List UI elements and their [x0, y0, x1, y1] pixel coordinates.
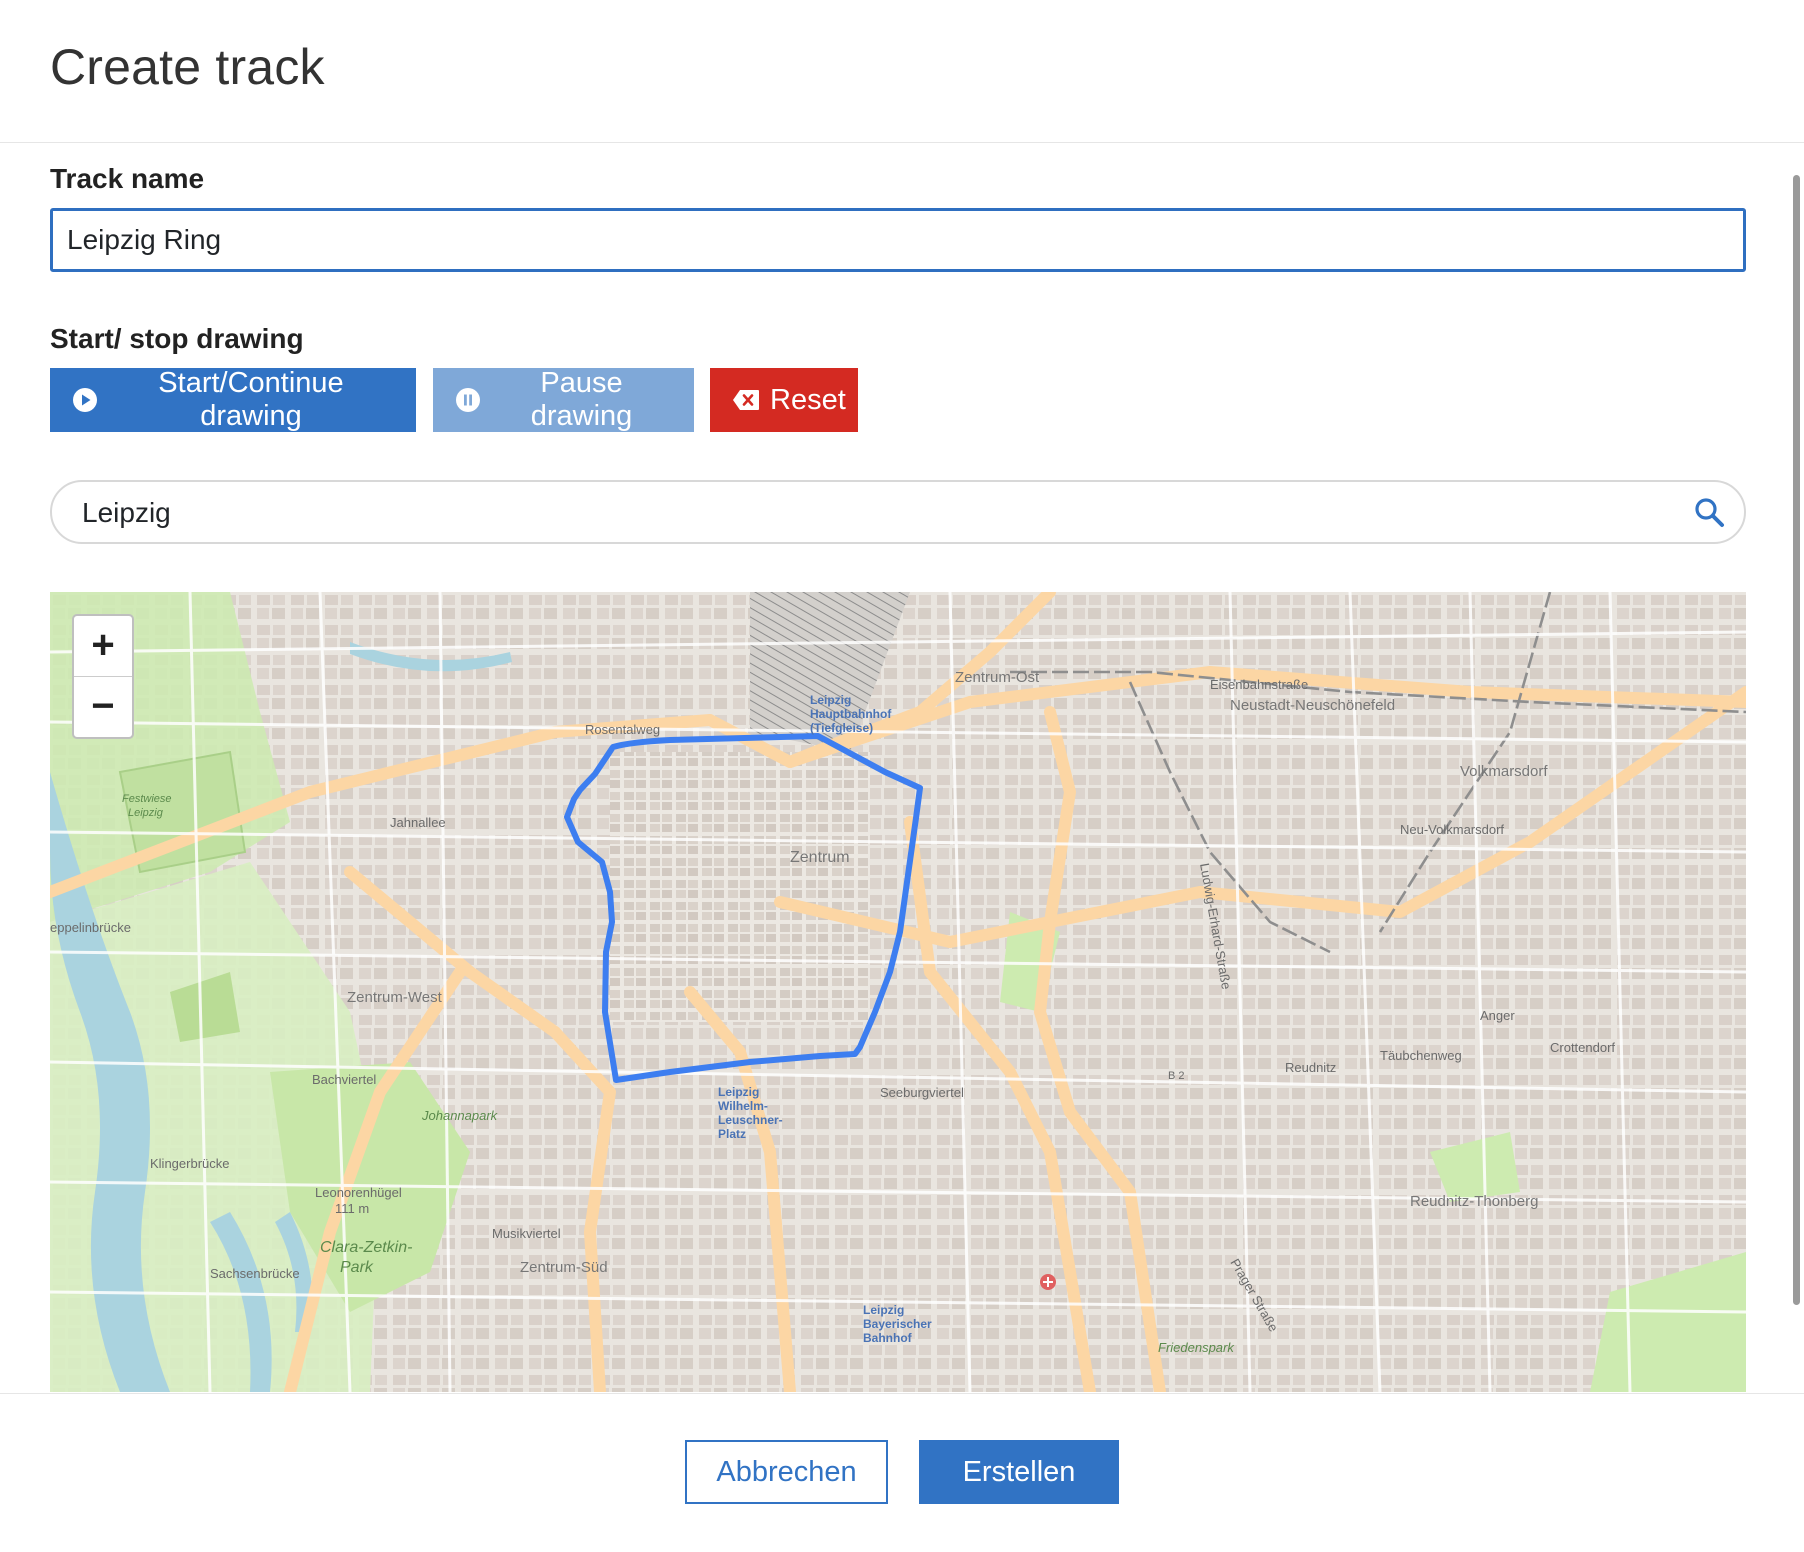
svg-text:Leipzig: Leipzig	[128, 807, 164, 819]
track-name-input[interactable]	[50, 208, 1746, 272]
svg-text:Reudnitz-Thonberg: Reudnitz-Thonberg	[1410, 1193, 1538, 1210]
pause-drawing-label: Pause drawing	[530, 367, 633, 432]
svg-text:111 m: 111 m	[335, 1201, 369, 1216]
drawing-label: Start/ stop drawing	[50, 323, 304, 354]
search-icon[interactable]	[1692, 495, 1726, 529]
svg-text:Klingerbrücke: Klingerbrücke	[150, 1156, 230, 1171]
zoom-in-button[interactable]: +	[74, 616, 132, 676]
map-view[interactable]: Zentrum Zentrum-Ost Zentrum-West Zentrum…	[50, 592, 1746, 1392]
svg-text:Sachsenbrücke: Sachsenbrücke	[210, 1266, 300, 1281]
svg-text:(Tiefgleise): (Tiefgleise)	[810, 721, 873, 735]
svg-text:Volkmarsdorf: Volkmarsdorf	[1460, 763, 1548, 780]
svg-text:Musikviertel: Musikviertel	[492, 1226, 561, 1241]
svg-text:Friedenspark: Friedenspark	[1158, 1340, 1235, 1355]
svg-text:Park: Park	[340, 1259, 374, 1276]
create-track-dialog: Create track Track name Start/ stop draw…	[0, 0, 1804, 1552]
svg-text:Seeburgviertel: Seeburgviertel	[880, 1085, 964, 1100]
svg-text:Crottendorf: Crottendorf	[1550, 1040, 1615, 1055]
pause-circle-icon	[455, 387, 481, 413]
svg-text:Täubchenweg: Täubchenweg	[1380, 1048, 1462, 1063]
svg-text:Leipzig: Leipzig	[863, 1303, 904, 1317]
svg-text:Zentrum: Zentrum	[790, 849, 850, 866]
start-drawing-button[interactable]: Start/Continue drawing	[50, 367, 416, 432]
footer-divider	[0, 1393, 1804, 1394]
zoom-out-button[interactable]: −	[74, 676, 132, 737]
dialog-title: Create track	[50, 39, 325, 95]
svg-text:Clara-Zetkin-: Clara-Zetkin-	[320, 1239, 412, 1256]
location-search	[50, 480, 1746, 544]
svg-text:Bachviertel: Bachviertel	[312, 1072, 376, 1087]
header-divider	[0, 142, 1804, 143]
svg-text:Wilhelm-: Wilhelm-	[718, 1099, 768, 1113]
svg-text:Anger: Anger	[1480, 1008, 1515, 1023]
svg-text:Leipzig: Leipzig	[718, 1085, 759, 1099]
reset-button[interactable]: Reset	[710, 368, 858, 432]
create-button[interactable]: Erstellen	[919, 1440, 1119, 1504]
svg-text:Jahnallee: Jahnallee	[390, 815, 446, 830]
svg-text:Festwiese: Festwiese	[122, 793, 172, 805]
svg-text:Neu-Volkmarsdorf: Neu-Volkmarsdorf	[1400, 822, 1504, 837]
svg-text:Zentrum-Süd: Zentrum-Süd	[520, 1259, 608, 1276]
svg-text:Bahnhof: Bahnhof	[863, 1331, 913, 1345]
reset-label: Reset	[770, 383, 846, 416]
start-drawing-label: Start/Continue drawing	[158, 367, 344, 432]
backspace-icon	[732, 389, 760, 411]
svg-text:Leuschner-: Leuschner-	[718, 1113, 783, 1127]
svg-text:Reudnitz: Reudnitz	[1285, 1060, 1336, 1075]
location-search-input[interactable]	[80, 482, 1644, 544]
svg-text:B 2: B 2	[1168, 1070, 1185, 1082]
scrollbar[interactable]	[1793, 175, 1800, 1305]
zoom-control: + −	[72, 614, 134, 739]
pause-drawing-button[interactable]: Pause drawing	[433, 367, 694, 432]
cancel-button[interactable]: Abbrechen	[685, 1440, 888, 1504]
svg-text:Johannapark: Johannapark	[421, 1108, 499, 1123]
svg-text:Zentrum-Ost: Zentrum-Ost	[955, 669, 1040, 686]
svg-text:Hauptbahnhof: Hauptbahnhof	[810, 707, 892, 721]
svg-text:Platz: Platz	[718, 1127, 746, 1141]
svg-text:Neustadt-Neuschönefeld: Neustadt-Neuschönefeld	[1230, 697, 1395, 714]
track-name-label: Track name	[50, 163, 205, 194]
svg-text:Rosentalweg: Rosentalweg	[585, 722, 660, 737]
svg-text:Bayerischer: Bayerischer	[863, 1317, 932, 1331]
svg-text:Zentrum-West: Zentrum-West	[347, 989, 443, 1006]
svg-text:Leipzig: Leipzig	[810, 693, 851, 707]
play-circle-icon	[72, 387, 98, 413]
svg-text:Eisenbahnstraße: Eisenbahnstraße	[1210, 677, 1308, 692]
svg-text:Leonorenhügel: Leonorenhügel	[315, 1185, 402, 1200]
map-tiles: Zentrum Zentrum-Ost Zentrum-West Zentrum…	[50, 592, 1746, 1392]
svg-text:eppelinbrücke: eppelinbrücke	[50, 920, 131, 935]
